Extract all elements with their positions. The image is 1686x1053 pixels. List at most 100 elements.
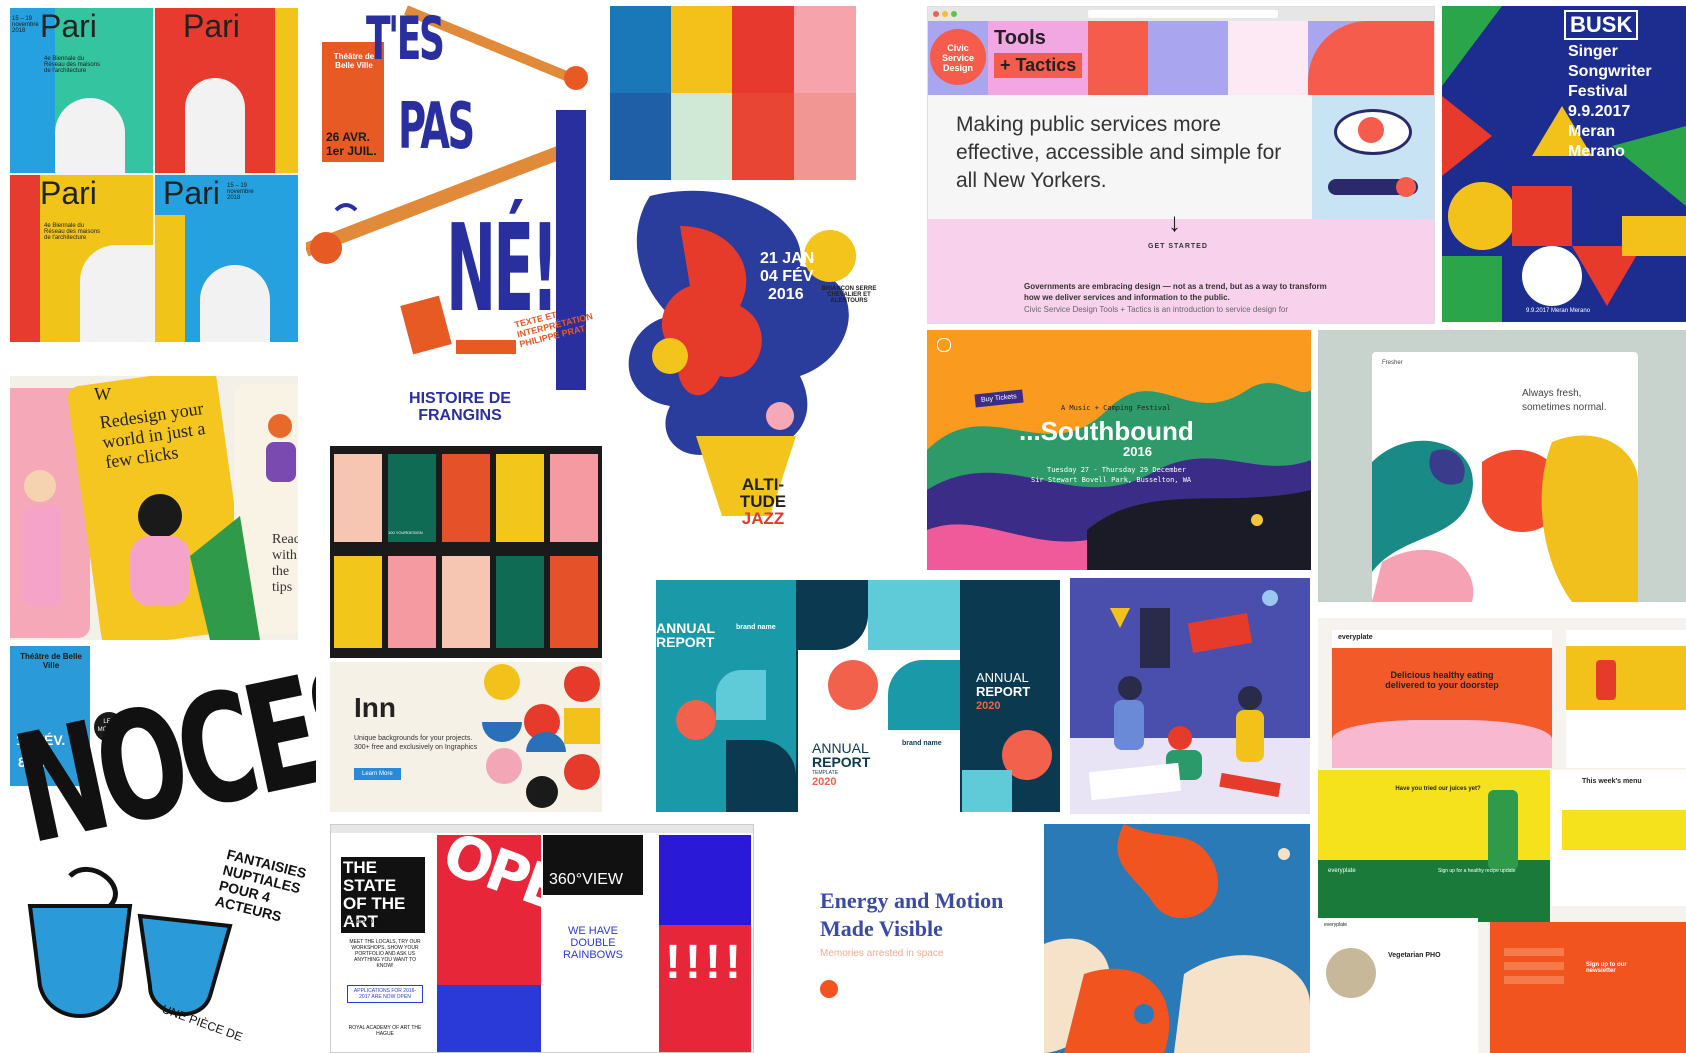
busk-footer: 9.9.2017 Meran Merano	[1526, 308, 1591, 314]
report-title-2: REPORT	[812, 754, 871, 770]
report-brand: brand name	[902, 740, 942, 747]
fresh-blobs	[1372, 435, 1638, 602]
tespasne-poster-tile[interactable]: Théâtre de Belle Ville 26 AVR. 1er JUIL.…	[306, 0, 602, 420]
altitude-year: 2016	[768, 286, 804, 303]
everyplate-page-5: everyplate Vegetarian PHO	[1318, 918, 1478, 1053]
everyplate-page-6: Sign up to our newsletter	[1490, 922, 1686, 1053]
everyplate-tile[interactable]: everyplate Delicious healthy eating deli…	[1318, 618, 1686, 1053]
state-bangs: !!!!	[665, 936, 745, 989]
grid-card	[388, 454, 436, 542]
busk-line: 9.9.2017	[1568, 103, 1631, 120]
everyplate-page-4: This week's menu	[1552, 770, 1686, 906]
busk-title: BUSK	[1564, 10, 1639, 40]
color-grid-tile[interactable]: 100 YOURDESIGN	[330, 446, 602, 658]
abstract-shapes-tile[interactable]	[1044, 824, 1310, 1053]
energy-sub: Memories arrested in space	[820, 948, 944, 959]
grid-card	[550, 454, 598, 542]
civic-badge-text: Civic Service Design	[941, 43, 975, 73]
pari-word: Pari	[163, 175, 220, 211]
state-button[interactable]: APPLICATIONS FOR 2016-2017 ARE NOW OPEN	[347, 985, 423, 1003]
southbound-venue: Sir Stewart Bovell Park, Busselton, WA	[1031, 476, 1192, 484]
tespasne-word-2: PAS	[398, 90, 475, 164]
fresh-site-tile[interactable]: Fresher Always fresh, sometimes normal.	[1318, 330, 1686, 602]
altitude-name-3: JAZZ	[741, 509, 785, 528]
tespasne-word-1: T'ES	[366, 4, 445, 74]
collab-illustration-tile[interactable]	[1070, 578, 1310, 814]
busk-poster-tile[interactable]: BUSK Singer Songwriter Festival 9.9.2017…	[1442, 6, 1686, 322]
busk-line: Merano	[1568, 143, 1625, 160]
pari-word: Pari	[183, 8, 240, 44]
everyplate-menu: This week's menu	[1582, 778, 1642, 785]
swatch	[732, 93, 794, 180]
energy-play-button[interactable]	[820, 980, 838, 998]
swatch	[610, 93, 671, 180]
civic-body: Governments are embracing design — not a…	[1024, 282, 1327, 302]
grid-card	[496, 556, 544, 648]
logo-icon[interactable]	[937, 338, 951, 352]
annual-report-tile[interactable]: ANNUAL REPORT brand name ANNUAL REPORT T…	[656, 580, 1060, 812]
altitude-name-1: ALTI-	[741, 475, 785, 494]
state-view: 360°VIEW	[549, 871, 623, 888]
busk-lines: Singer Songwriter Festival 9.9.2017 Mera…	[1568, 42, 1652, 162]
everyplate-page-2	[1566, 630, 1686, 768]
everyplate-logo[interactable]: everyplate	[1324, 922, 1347, 928]
pari-poster-tile[interactable]: Pari 15 – 19 novembre 2018 4e Biennale d…	[10, 8, 298, 342]
swatch-tile[interactable]	[610, 6, 856, 180]
grid-label: 100 YOURDESIGN	[388, 530, 423, 535]
inn-button[interactable]: Learn More	[354, 768, 401, 780]
everyplate-logo[interactable]: everyplate	[1328, 868, 1356, 874]
energy-line-2: Made Visible	[820, 916, 943, 941]
grid-card	[550, 556, 598, 648]
pari-text: 4e Biennale du Réseau des maisons de l'a…	[44, 56, 101, 74]
window-minimize-icon[interactable]	[942, 11, 948, 17]
busk-line: Festival	[1568, 83, 1628, 100]
window-maximize-icon[interactable]	[951, 11, 957, 17]
everyplate-page-3: Have you tried our juices yet? Sign up f…	[1318, 770, 1550, 922]
noces-poster-tile[interactable]: Théâtre de Belle Ville 14 FÉV. 8 AVR. LE…	[10, 646, 316, 1053]
everyplate-headline-2: Have you tried our juices yet?	[1395, 786, 1481, 792]
everyplate-page-1: everyplate Delicious healthy eating deli…	[1332, 630, 1552, 768]
report-year: 2020	[976, 700, 1001, 712]
civic-eye-panel	[1312, 95, 1434, 219]
southbound-tile[interactable]: Buy Tickets A Music + Camping Festival .…	[927, 330, 1311, 570]
energy-motion-tile[interactable]: Energy and Motion Made Visible Memories …	[782, 824, 1032, 1053]
fresh-text-2: sometimes normal.	[1522, 402, 1607, 413]
busk-line: Singer	[1568, 43, 1618, 60]
pari-date: 15 – 19 novembre 2018	[227, 183, 254, 201]
southbound-illustration	[927, 382, 1311, 570]
arrow-down-icon[interactable]: ↓	[1168, 207, 1181, 238]
altitude-jazz-tile[interactable]: 21 JAN 04 FÉV 2016 BRIANÇON SERRE CHEVAL…	[610, 186, 916, 562]
civic-cta[interactable]: GET STARTED	[1148, 243, 1208, 250]
report-title-2: REPORT	[976, 684, 1031, 699]
fresh-logo[interactable]: Fresher	[1382, 360, 1403, 366]
inn-tile[interactable]: Inn Unique backgrounds for your projects…	[330, 662, 602, 812]
pari-date: 15 – 19 novembre 2018	[12, 16, 39, 34]
grid-card	[388, 556, 436, 648]
busk-line: Meran	[1568, 123, 1616, 140]
civic-service-tile[interactable]: Civic Service Design Tools + Tactics Mak…	[927, 6, 1435, 324]
collab-illustration	[1070, 590, 1310, 814]
swatch	[732, 6, 794, 93]
civic-tools: Tools	[994, 27, 1046, 49]
window-close-icon[interactable]	[933, 11, 939, 17]
busk-line: Songwriter	[1568, 63, 1652, 80]
redesign-tile[interactable]: W Redesign your world in just a few clic…	[10, 376, 298, 640]
state-of-art-tile[interactable]: THE STATE OF THE ART COME AND VISIT THE …	[330, 824, 754, 1053]
report-cover-3: ANNUAL REPORT 2020	[962, 580, 1060, 812]
everyplate-signup: Sign up to our newsletter	[1586, 962, 1627, 974]
state-panel-4: !!!!	[659, 835, 751, 1052]
swatch	[794, 93, 856, 180]
pari-word: Pari	[40, 8, 97, 44]
fresh-browser: Fresher Always fresh, sometimes normal.	[1372, 352, 1638, 602]
pari-poster-3: Pari 4e Biennale du Réseau des maisons d…	[10, 175, 153, 342]
abstract-shapes	[1044, 824, 1310, 1053]
everyplate-footer: Sign up for a healthy recipe update	[1438, 868, 1516, 874]
everyplate-logo[interactable]: everyplate	[1338, 634, 1373, 641]
state-panel-2: OPEN	[434, 825, 612, 1052]
southbound-subtitle: A Music + Camping Festival	[1061, 404, 1171, 412]
address-bar[interactable]	[1088, 10, 1278, 18]
state-footer: ROYAL ACADEMY OF ART THE HAGUE	[348, 1025, 422, 1037]
swatch	[610, 6, 671, 93]
altitude-place: BRIANÇON SERRE CHEVALIER ET ALENTOURS	[821, 286, 877, 304]
state-text: MEET THE LOCALS, TRY OUR WORKSHOPS, SHOW…	[349, 939, 421, 969]
